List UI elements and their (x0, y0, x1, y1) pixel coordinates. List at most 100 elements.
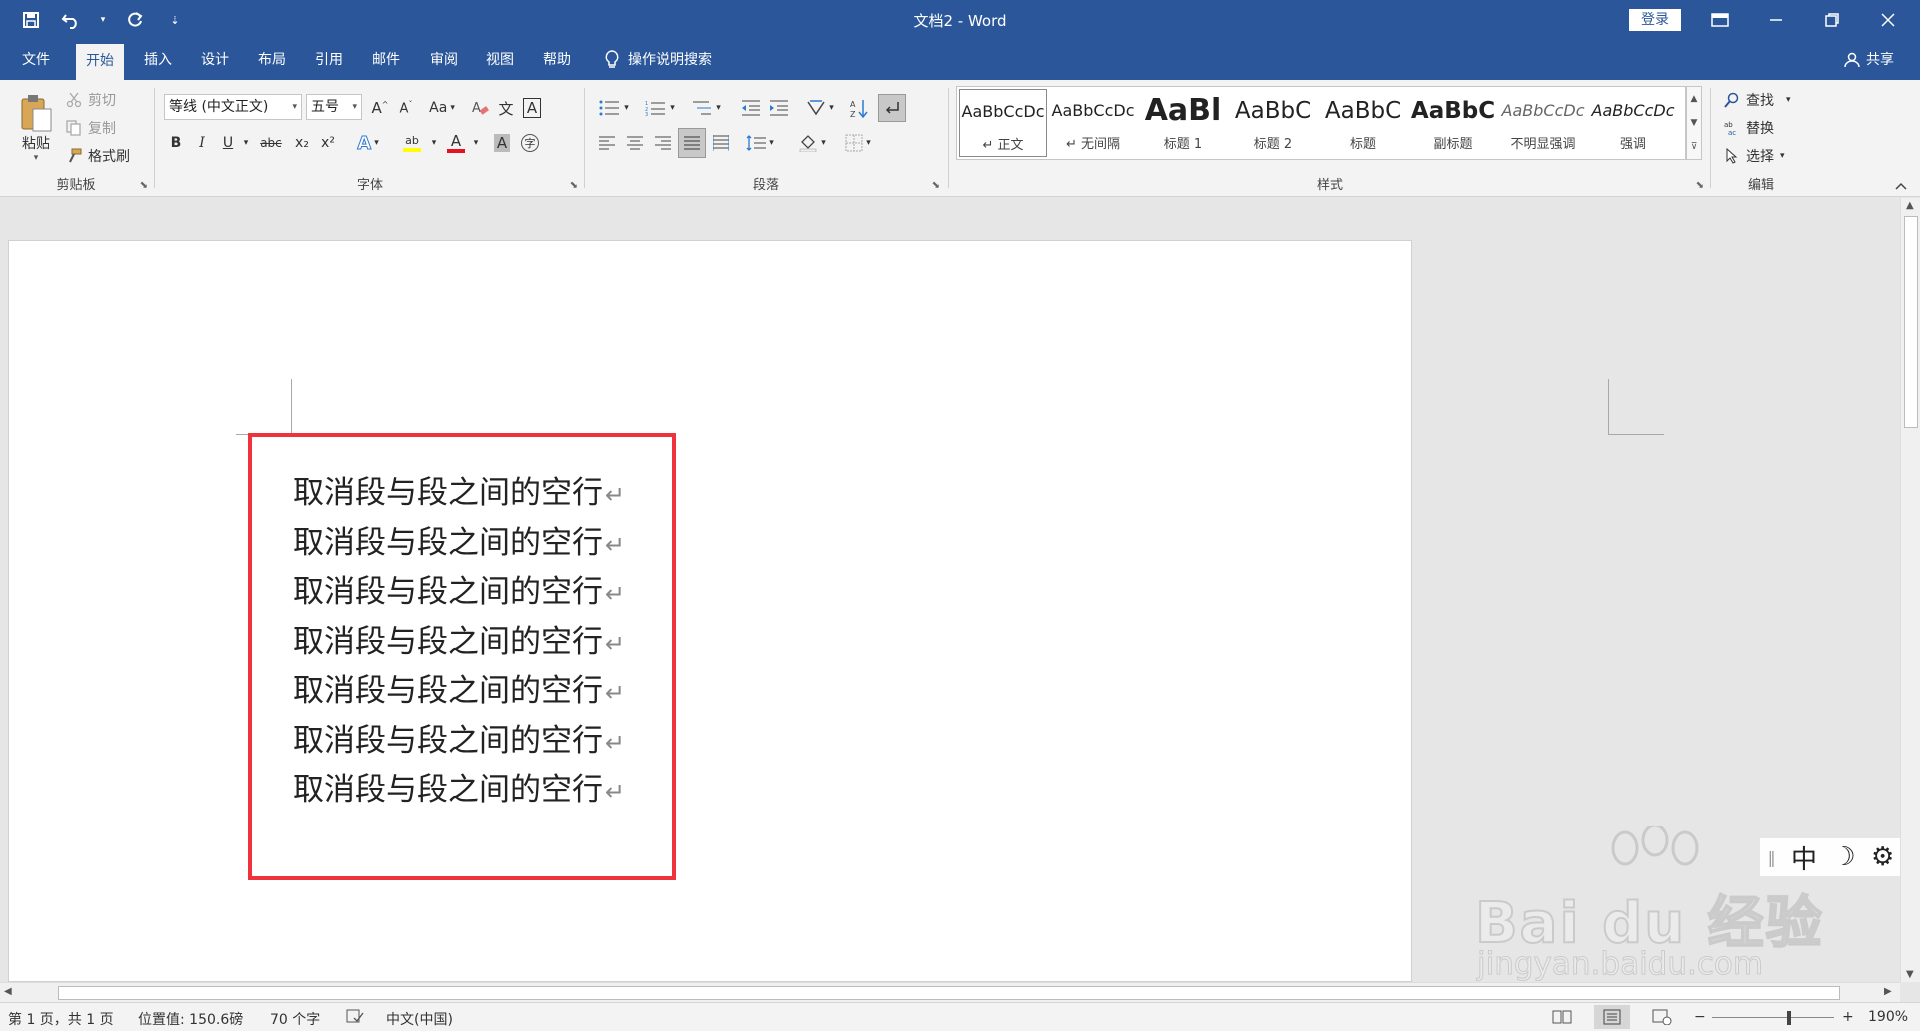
cut-button[interactable]: 剪切 (66, 90, 116, 110)
tab-layout[interactable]: 布局 (248, 40, 296, 80)
italic-button[interactable]: I (190, 130, 214, 156)
copy-button[interactable]: 复制 (66, 118, 116, 138)
font-name-dropdown[interactable]: 等线 (中文正文) ▾ (164, 94, 302, 120)
restore-button[interactable] (1804, 0, 1860, 40)
multilevel-list-button[interactable]: ▾ (686, 96, 726, 120)
show-hide-marks-button[interactable] (878, 94, 906, 122)
superscript-button[interactable]: x² (316, 130, 340, 156)
print-layout-button[interactable] (1594, 1005, 1630, 1029)
bold-button[interactable]: B (164, 130, 188, 156)
scroll-down-arrow-icon[interactable]: ▼ (1906, 969, 1914, 980)
sort-button[interactable]: AZ (846, 96, 872, 120)
word-count[interactable]: 70 个字 (270, 1009, 320, 1029)
language-indicator[interactable]: 中文(中国) (386, 1009, 453, 1029)
character-shading-button[interactable]: A (490, 130, 514, 156)
bullets-icon (599, 100, 620, 116)
line-spacing-icon (746, 135, 767, 151)
search-icon (1724, 92, 1739, 108)
horizontal-scroll-thumb[interactable] (58, 986, 1840, 1000)
proofing-icon[interactable] (346, 1009, 364, 1027)
underline-dropdown-icon[interactable]: ▾ (240, 130, 252, 156)
tab-design[interactable]: 设计 (191, 40, 239, 80)
tab-insert[interactable]: 插入 (134, 40, 182, 80)
subscript-button[interactable]: x₂ (290, 130, 314, 156)
font-size-dropdown[interactable]: 五号 ▾ (306, 94, 362, 120)
paragraph-launcher-icon[interactable]: ⬊ (932, 180, 940, 191)
document-page[interactable]: 取消段与段之间的空行↵ 取消段与段之间的空行↵ 取消段与段之间的空行↵ 取消段与… (8, 240, 1664, 982)
close-button[interactable] (1860, 0, 1916, 40)
phonetic-guide-button[interactable]: 文 (494, 96, 518, 120)
ribbon-display-options-button[interactable] (1692, 0, 1748, 40)
text-effects-button[interactable]: A ▾ (348, 130, 388, 156)
format-painter-button[interactable]: 格式刷 (66, 146, 130, 166)
tab-references[interactable]: 引用 (305, 40, 353, 80)
highlight-dropdown-icon[interactable]: ▾ (428, 130, 440, 156)
tab-view[interactable]: 视图 (476, 40, 524, 80)
select-button[interactable]: 选择 ▾ (1724, 146, 1785, 166)
align-center-button[interactable] (622, 130, 648, 156)
underline-button[interactable]: U (216, 130, 240, 156)
vertical-scrollbar[interactable]: ▲ ▼ (1900, 198, 1920, 982)
tab-file[interactable]: 文件 (12, 40, 60, 80)
paste-button[interactable]: 粘贴 ▾ (10, 88, 62, 168)
numbering-button[interactable]: 123 ▾ (640, 96, 680, 120)
tab-home[interactable]: 开始 (76, 44, 124, 80)
strikethrough-button[interactable]: abc (256, 130, 286, 156)
tab-mailings[interactable]: 邮件 (362, 40, 410, 80)
scroll-right-arrow-icon[interactable]: ▶ (1884, 986, 1892, 997)
borders-button[interactable]: ▾ (838, 130, 878, 156)
increase-indent-button[interactable] (766, 96, 792, 120)
justify-button[interactable] (678, 128, 706, 158)
zoom-slider-track[interactable] (1712, 1017, 1834, 1018)
ime-mode-toggle[interactable]: 中 (1791, 839, 1817, 876)
page-count[interactable]: 第 1 页，共 1 页 (8, 1009, 114, 1029)
clipboard-launcher-icon[interactable]: ⬊ (140, 180, 148, 191)
collapse-ribbon-button[interactable] (1892, 178, 1910, 194)
svg-text:ab: ab (1724, 121, 1733, 129)
position-value[interactable]: 位置值: 150.6磅 (138, 1009, 243, 1029)
login-button[interactable]: 登录 (1629, 9, 1681, 31)
scroll-left-arrow-icon[interactable]: ◀ (4, 986, 12, 997)
tell-me-search[interactable]: 操作说明搜索 (604, 40, 712, 80)
font-color-button[interactable]: A (442, 130, 470, 156)
styles-launcher-icon[interactable]: ⬊ (1696, 180, 1704, 191)
vertical-scroll-thumb[interactable] (1904, 216, 1918, 428)
minimize-button[interactable] (1748, 0, 1804, 40)
moon-icon[interactable]: ☽ (1832, 842, 1855, 872)
bullets-button[interactable]: ▾ (594, 96, 634, 120)
shrink-font-button[interactable]: Aˇ (394, 96, 418, 120)
horizontal-scrollbar[interactable]: ◀ ▶ (0, 982, 1900, 1002)
zoom-out-button[interactable]: − (1694, 1009, 1706, 1025)
gear-icon[interactable]: ⚙ (1871, 842, 1894, 872)
zoom-slider-thumb[interactable] (1787, 1011, 1791, 1025)
chinese-layout-icon (807, 100, 825, 116)
read-mode-button[interactable] (1552, 1009, 1572, 1029)
character-border-button[interactable]: A (520, 96, 544, 120)
web-layout-button[interactable] (1652, 1009, 1672, 1029)
decrease-indent-button[interactable] (738, 96, 764, 120)
chevron-down-icon: ▾ (821, 138, 826, 148)
align-right-button[interactable] (650, 130, 676, 156)
grow-font-button[interactable]: A^ (368, 96, 392, 120)
zoom-level[interactable]: 190% (1868, 1009, 1908, 1025)
chinese-layout-button[interactable]: ▾ (800, 96, 840, 120)
scroll-up-arrow-icon[interactable]: ▲ (1906, 200, 1914, 211)
tab-review[interactable]: 审阅 (420, 40, 468, 80)
highlight-button[interactable]: ab (392, 130, 432, 156)
font-launcher-icon[interactable]: ⬊ (570, 180, 578, 191)
clear-formatting-button[interactable]: A (468, 96, 492, 120)
line-spacing-button[interactable]: ▾ (740, 130, 780, 156)
share-button[interactable]: 共享 (1844, 40, 1894, 80)
change-case-button[interactable]: Aa ▾ (422, 96, 462, 120)
align-left-button[interactable] (594, 130, 620, 156)
shading-button[interactable]: ▾ (792, 130, 832, 156)
enclose-characters-button[interactable]: 字 (518, 130, 542, 156)
tab-help[interactable]: 帮助 (533, 40, 581, 80)
font-color-bar (447, 149, 465, 153)
replace-button[interactable]: ab ac 替换 (1724, 118, 1774, 138)
ime-drag-handle[interactable]: ‖ (1768, 848, 1776, 867)
zoom-in-button[interactable]: + (1842, 1009, 1854, 1025)
distributed-button[interactable] (708, 130, 734, 156)
find-button[interactable]: 查找 ▾ (1724, 90, 1791, 110)
font-color-dropdown-icon[interactable]: ▾ (470, 130, 482, 156)
